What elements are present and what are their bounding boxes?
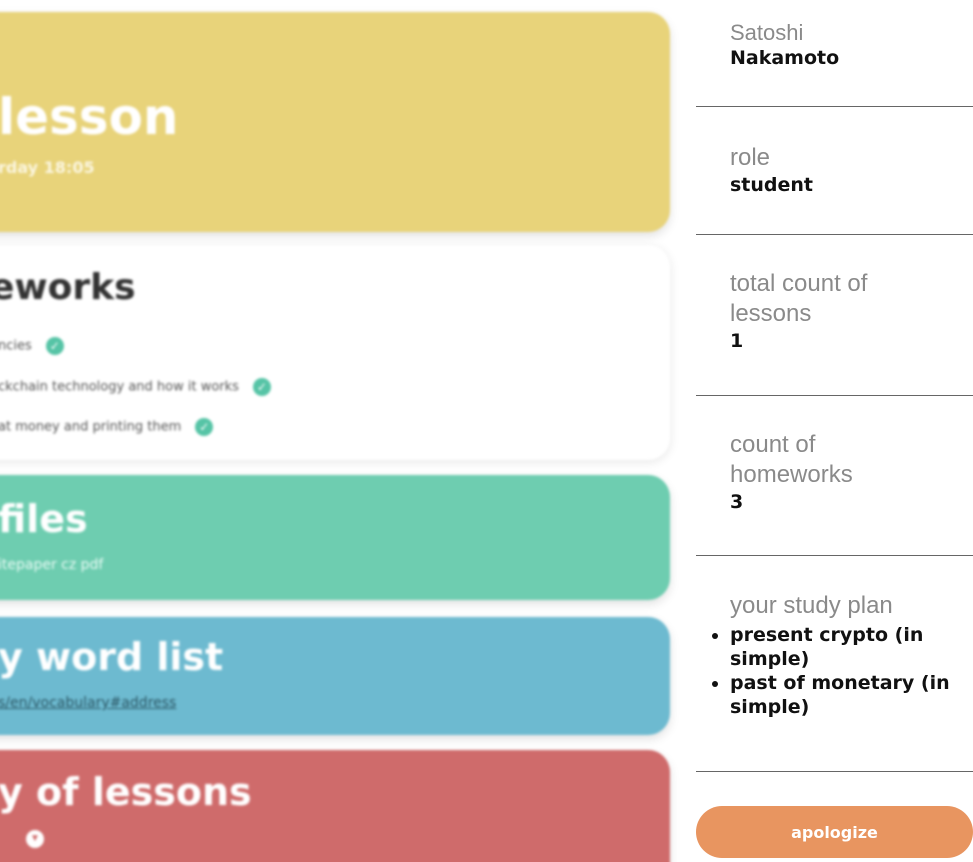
next-lesson-card[interactable]: lesson rday 18:05 <box>0 12 670 232</box>
files-title: files <box>0 497 88 541</box>
study-plan-label: your study plan <box>730 592 893 619</box>
check-icon: ✓ <box>45 337 64 355</box>
files-card: files itepaper cz pdf <box>0 475 670 600</box>
word-list-title: y word list <box>0 635 224 679</box>
divider <box>696 106 973 107</box>
study-plan-item: past of monetary (in simple) <box>730 671 973 719</box>
homeworks-count-label: count of homeworks <box>730 431 853 488</box>
divider <box>696 395 973 396</box>
divider <box>696 555 973 556</box>
homework-item[interactable]: ckchain technology and how it works ✓ <box>0 378 271 396</box>
lessons-count-section: total count of lessons 1 <box>696 269 973 353</box>
first-name: Satoshi <box>730 20 804 45</box>
study-plan-item: present crypto (in simple) <box>730 623 973 671</box>
file-link[interactable]: itepaper cz pdf <box>0 557 103 573</box>
divider <box>696 234 973 235</box>
homeworks-title: eworks <box>0 267 136 308</box>
history-card: y of lessons ▼ <box>0 750 670 862</box>
role-label: role <box>730 144 771 171</box>
profile-name-section: Satoshi Nakamoto <box>696 20 973 70</box>
word-list-card: y word list s/en/vocabulary#address <box>0 617 670 735</box>
check-icon: ✓ <box>252 378 271 396</box>
study-plan-list: present crypto (in simple) past of monet… <box>696 623 973 719</box>
last-name: Nakamoto <box>730 47 840 69</box>
chevron-down-icon[interactable]: ▼ <box>26 830 44 848</box>
homework-item-label: ncies <box>0 338 32 354</box>
word-list-link[interactable]: s/en/vocabulary#address <box>0 695 176 711</box>
next-lesson-schedule: rday 18:05 <box>0 158 95 177</box>
homework-item-label: at money and printing them <box>0 419 182 435</box>
role-section: role student <box>696 143 973 197</box>
homeworks-card: eworks ncies ✓ ckchain technology and how… <box>0 245 670 460</box>
dashboard-cards: lesson rday 18:05 eworks ncies ✓ ckchain … <box>0 0 700 862</box>
homeworks-count-section: count of homeworks 3 <box>696 430 973 514</box>
divider <box>696 771 973 772</box>
homework-item[interactable]: at money and printing them ✓ <box>0 418 214 436</box>
apologize-button[interactable]: apologize <box>696 806 973 858</box>
lessons-count-label: total count of lessons <box>730 270 868 327</box>
next-lesson-title: lesson <box>0 88 179 146</box>
homework-item-label: ckchain technology and how it works <box>0 379 239 395</box>
homeworks-count-value: 3 <box>730 491 744 513</box>
role-value: student <box>730 174 814 196</box>
lessons-count-value: 1 <box>730 330 744 352</box>
study-plan-section: your study plan present crypto (in simpl… <box>696 591 973 719</box>
history-title: y of lessons <box>0 770 252 814</box>
profile-sidebar: Satoshi Nakamoto role student total coun… <box>696 0 973 862</box>
cards-blur-layer: lesson rday 18:05 eworks ncies ✓ ckchain … <box>0 0 700 862</box>
check-icon: ✓ <box>195 418 214 436</box>
homework-item[interactable]: ncies ✓ <box>0 337 64 355</box>
